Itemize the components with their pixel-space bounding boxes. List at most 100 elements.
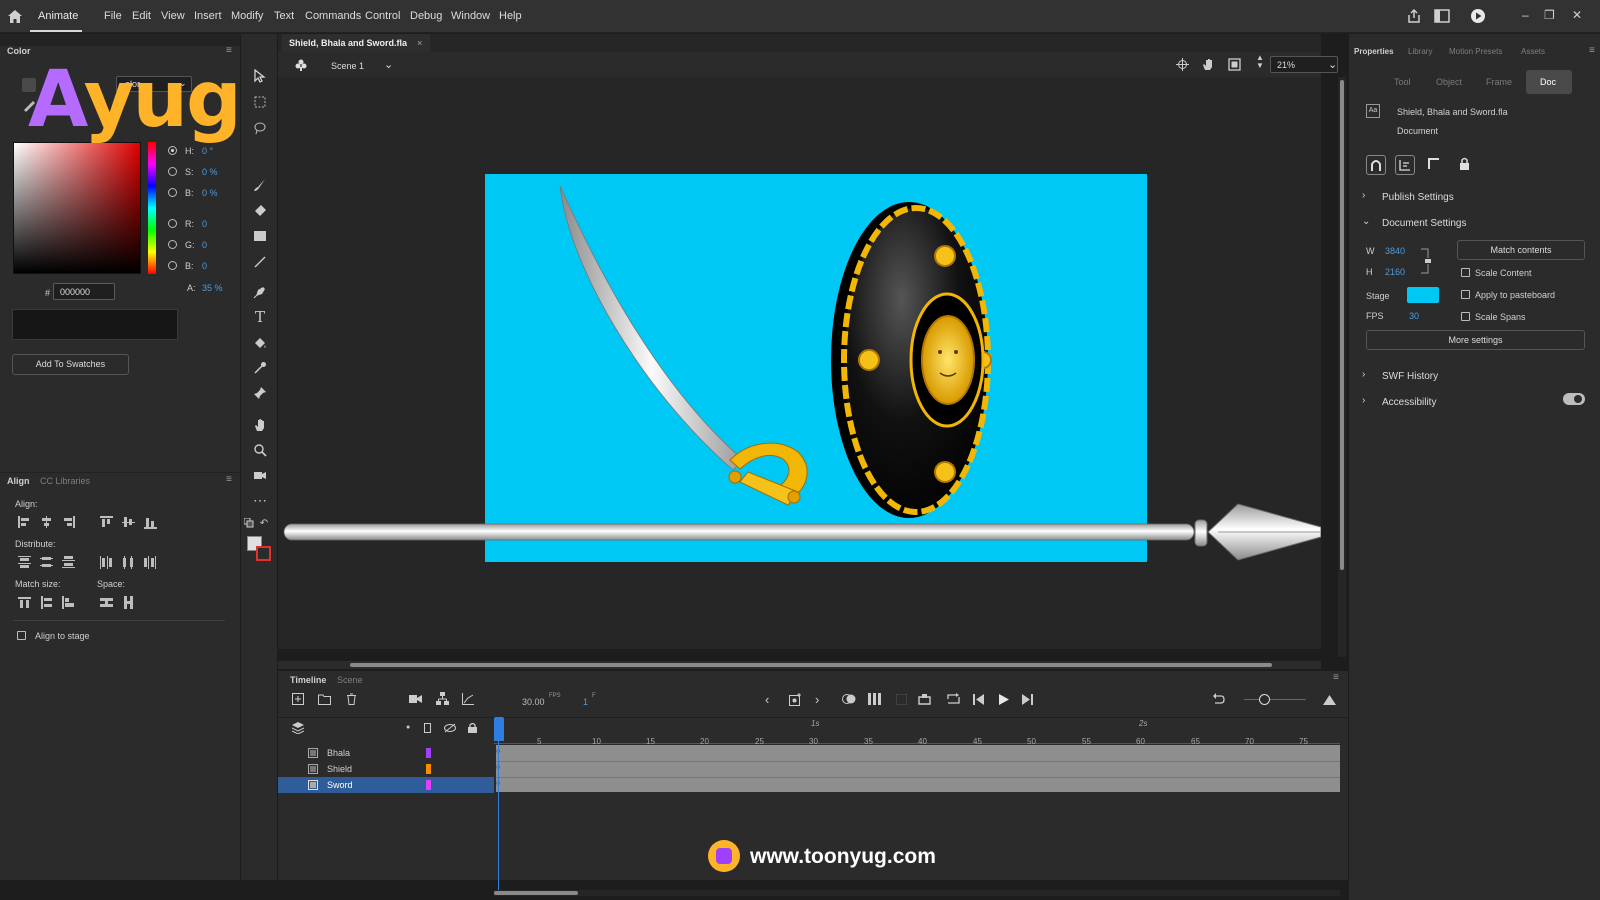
- menu-insert[interactable]: Insert: [194, 10, 222, 22]
- layer-name[interactable]: Bhala: [327, 748, 350, 758]
- paint-bucket-tool-icon[interactable]: [251, 334, 269, 352]
- align-bottom-icon[interactable]: [144, 516, 157, 529]
- hue-slider[interactable]: [148, 142, 156, 274]
- menu-debug[interactable]: Debug: [410, 10, 442, 22]
- text-tool-icon[interactable]: T: [251, 308, 269, 326]
- height-value[interactable]: 2160: [1385, 267, 1405, 277]
- document-settings-header[interactable]: Document Settings: [1382, 218, 1467, 229]
- camera-layer-icon[interactable]: [409, 694, 422, 704]
- sword-artwork[interactable]: [559, 185, 808, 506]
- zoom-stepper-icon[interactable]: ▲ ▼: [1256, 54, 1264, 70]
- layer-name[interactable]: Shield: [327, 764, 352, 774]
- zoom-tool-icon[interactable]: [251, 441, 269, 459]
- fit-frames-icon[interactable]: [1323, 694, 1336, 705]
- align-right-icon[interactable]: [62, 516, 75, 528]
- clip-stage-icon[interactable]: [1228, 58, 1241, 71]
- restore-icon[interactable]: ❐: [1544, 8, 1555, 22]
- layer-color-swatch[interactable]: [426, 780, 431, 790]
- parenting-icon[interactable]: [436, 692, 449, 705]
- blue-radio[interactable]: [168, 261, 177, 270]
- timeline-scrollbar-thumb[interactable]: [494, 891, 578, 895]
- camera-tool-icon[interactable]: [251, 466, 269, 484]
- edit-multiple-frames-icon[interactable]: [868, 693, 881, 705]
- alpha-value[interactable]: 35 %: [202, 283, 223, 293]
- more-tools-icon[interactable]: ⋯: [251, 491, 269, 509]
- tab-assets[interactable]: Assets: [1521, 47, 1545, 56]
- graph-icon[interactable]: [462, 693, 474, 705]
- center-stage-icon[interactable]: [1176, 58, 1189, 71]
- horizontal-scrollbar-thumb[interactable]: [350, 663, 1272, 667]
- accessibility-header[interactable]: Accessibility: [1382, 397, 1436, 408]
- swf-history-header[interactable]: SWF History: [1382, 371, 1438, 382]
- new-layer-icon[interactable]: [292, 693, 304, 705]
- fill-swatch[interactable]: [256, 546, 271, 561]
- delete-layer-icon[interactable]: [346, 693, 357, 705]
- layer-row-selected[interactable]: Sword: [278, 777, 494, 793]
- menu-text[interactable]: Text: [274, 10, 294, 22]
- document-tab[interactable]: Shield, Bhala and Sword.fla ×: [282, 34, 430, 52]
- tab-timeline[interactable]: Timeline: [290, 675, 326, 685]
- layers-icon[interactable]: [292, 722, 304, 734]
- layer-color-swatch[interactable]: [426, 748, 431, 758]
- layer-row[interactable]: Shield: [278, 761, 494, 777]
- tab-align[interactable]: Align: [7, 476, 30, 486]
- pen-tool-icon[interactable]: [251, 283, 269, 301]
- tab-scene[interactable]: Scene: [337, 675, 363, 685]
- prev-keyframe-icon[interactable]: ‹: [765, 692, 769, 707]
- insert-keyframe-icon[interactable]: [789, 693, 802, 706]
- tab-library[interactable]: Library: [1408, 47, 1432, 56]
- lasso-tool-icon[interactable]: [251, 119, 269, 137]
- rectangle-tool-icon[interactable]: [251, 227, 269, 245]
- align-left-icon[interactable]: [18, 516, 31, 528]
- timeline-scrollbar[interactable]: [494, 890, 1340, 896]
- tab-motion-presets[interactable]: Motion Presets: [1449, 47, 1502, 56]
- align-hcenter-icon[interactable]: [40, 516, 53, 528]
- timeline-zoom-handle[interactable]: [1259, 694, 1270, 705]
- menu-modify[interactable]: Modify: [231, 10, 263, 22]
- hide-layers-icon[interactable]: [444, 723, 456, 733]
- scale-spans-checkbox[interactable]: [1461, 312, 1470, 321]
- free-transform-tool-icon[interactable]: [251, 93, 269, 111]
- menu-edit[interactable]: Edit: [132, 10, 151, 22]
- width-value[interactable]: 3840: [1385, 246, 1405, 256]
- fps-value-input[interactable]: 30: [1409, 311, 1419, 321]
- tab-properties[interactable]: Properties: [1354, 47, 1394, 56]
- saturation-value[interactable]: 0 %: [202, 167, 218, 177]
- add-to-swatches-button[interactable]: Add To Swatches: [12, 354, 129, 375]
- edit-guides-icon[interactable]: [1395, 155, 1415, 175]
- share-icon[interactable]: [1406, 8, 1422, 24]
- subtab-tool[interactable]: Tool: [1394, 77, 1411, 87]
- link-dimensions-icon[interactable]: [1420, 247, 1432, 275]
- timeline-zoom-slider[interactable]: [1244, 699, 1306, 700]
- play-icon[interactable]: [998, 694, 1009, 705]
- match-contents-button[interactable]: Match contents: [1457, 240, 1585, 260]
- next-keyframe-icon[interactable]: ›: [815, 692, 819, 707]
- scale-content-checkbox[interactable]: [1461, 268, 1470, 277]
- timeline-menu-icon[interactable]: ≡: [1333, 672, 1339, 683]
- subtab-frame[interactable]: Frame: [1486, 77, 1512, 87]
- reset-icon[interactable]: [1212, 693, 1225, 705]
- align-top-icon[interactable]: [100, 516, 113, 528]
- color-panel-title[interactable]: Color: [7, 46, 31, 56]
- blue-value[interactable]: 0: [202, 261, 207, 271]
- accessibility-toggle[interactable]: [1563, 393, 1585, 405]
- menu-commands[interactable]: Commands: [305, 10, 361, 22]
- hex-input[interactable]: 000000: [53, 283, 115, 300]
- apply-to-pasteboard-checkbox[interactable]: [1461, 290, 1470, 299]
- shield-artwork[interactable]: [831, 202, 992, 518]
- lock-layers-icon[interactable]: [468, 722, 477, 733]
- menu-window[interactable]: Window: [451, 10, 490, 22]
- step-forward-icon[interactable]: [1022, 694, 1033, 705]
- eraser-tool-icon[interactable]: [251, 201, 269, 219]
- layer-row[interactable]: Bhala: [278, 745, 494, 761]
- document-settings-chevron-icon[interactable]: ⌄: [1362, 216, 1370, 227]
- distribute-bottom-icon[interactable]: [62, 556, 75, 568]
- scene-dropdown-icon[interactable]: ⌄: [384, 58, 393, 71]
- align-panel-menu-icon[interactable]: ≡: [226, 474, 232, 485]
- layer-color-swatch[interactable]: [426, 764, 431, 774]
- step-back-icon[interactable]: [973, 694, 984, 705]
- red-value[interactable]: 0: [202, 219, 207, 229]
- bhala-artwork[interactable]: [283, 503, 1321, 561]
- match-height-icon[interactable]: [40, 596, 53, 609]
- highlight-layers-icon[interactable]: ●: [406, 724, 410, 731]
